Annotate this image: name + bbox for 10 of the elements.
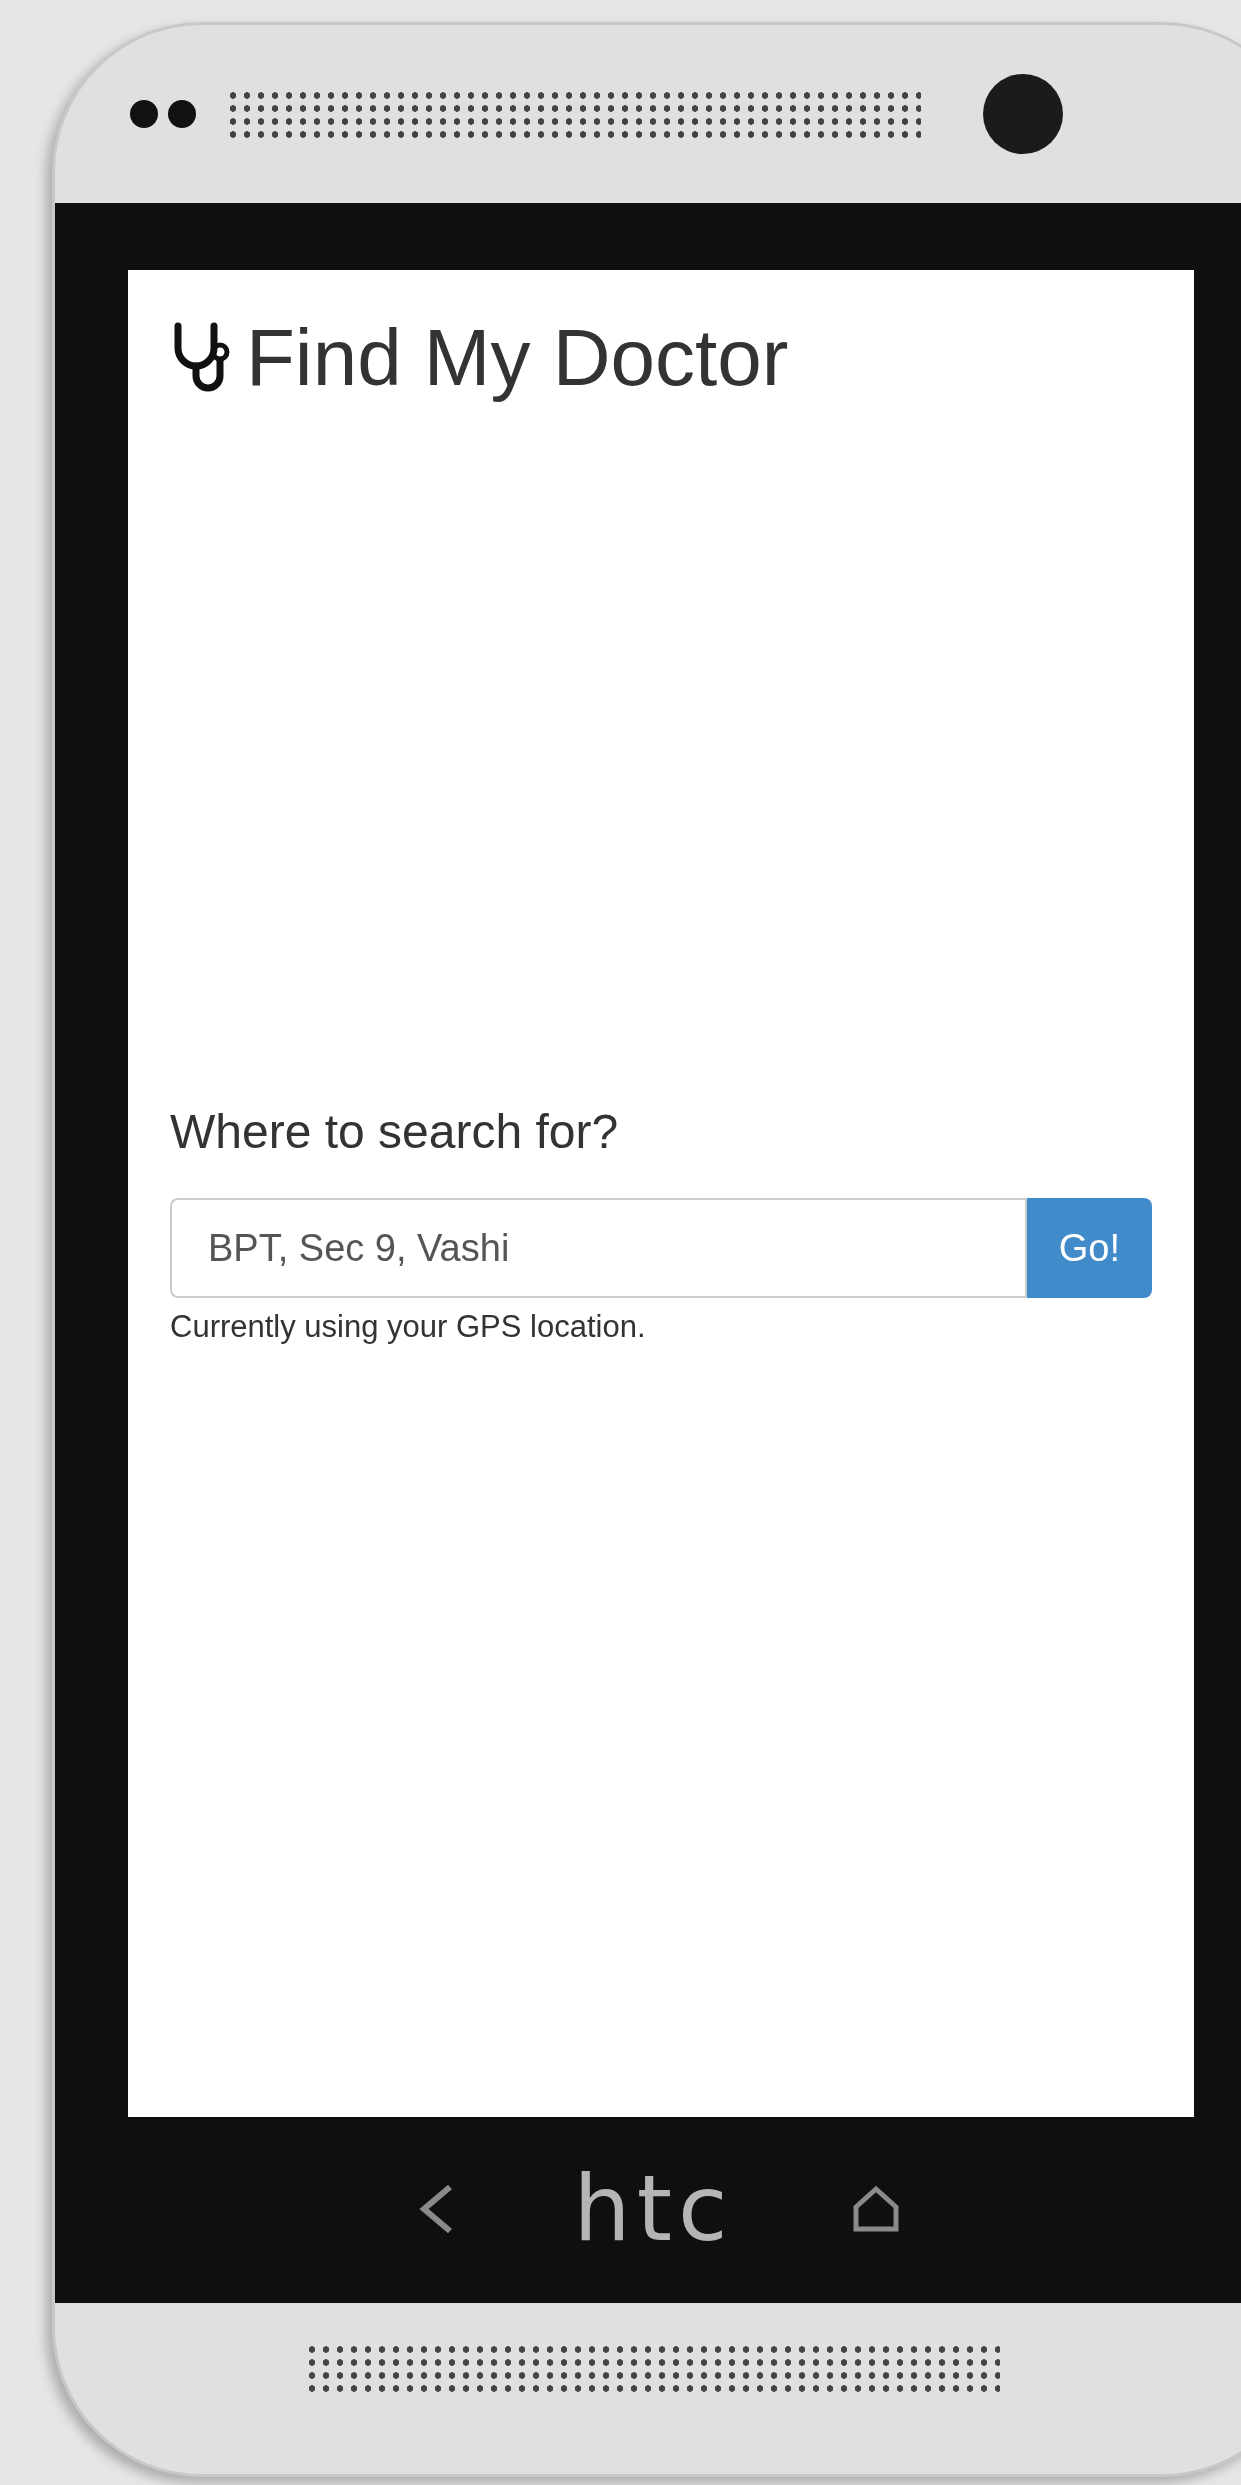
search-label: Where to search for? xyxy=(170,1104,620,1160)
home-icon[interactable] xyxy=(853,2184,900,2233)
brand-logo: htc xyxy=(573,2163,734,2254)
location-field[interactable]: BPT, Sec 9, Vashi xyxy=(170,1198,1027,1298)
help-text: Currently using your GPS location. xyxy=(170,1308,647,1346)
sensor-icon xyxy=(130,100,158,128)
sensor-icon xyxy=(168,100,196,128)
back-icon[interactable] xyxy=(417,2182,454,2235)
go-button[interactable]: Go! xyxy=(1026,1198,1152,1298)
app-title: Find My Doctor xyxy=(246,312,789,404)
